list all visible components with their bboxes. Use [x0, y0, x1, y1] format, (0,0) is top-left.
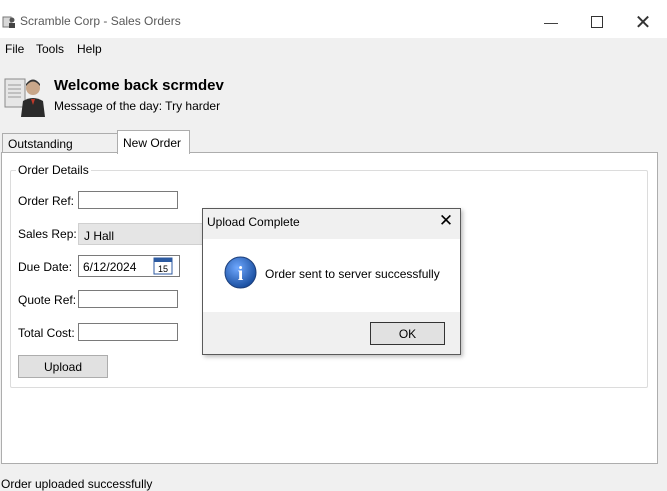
menu-help[interactable]: Help	[77, 42, 102, 56]
menu-tools[interactable]: Tools	[36, 42, 64, 56]
app-icon	[2, 15, 16, 29]
tab-new-order[interactable]: New Order	[117, 130, 190, 154]
upload-button[interactable]: Upload	[18, 355, 108, 378]
status-text: Order uploaded successfully	[1, 477, 153, 491]
ok-button[interactable]: OK	[370, 322, 445, 345]
total-cost-label: Total Cost:	[18, 326, 75, 340]
calendar-icon[interactable]: 15	[153, 257, 173, 275]
order-ref-input[interactable]	[78, 191, 178, 209]
tab-outstanding-orders[interactable]: Outstanding Orders	[2, 133, 118, 165]
quote-ref-label: Quote Ref:	[18, 293, 77, 307]
sales-rep-select[interactable]: J Hall	[78, 223, 206, 245]
info-icon: i	[224, 256, 257, 289]
minimize-button[interactable]: —	[528, 8, 574, 36]
dialog-title: Upload Complete	[207, 215, 300, 229]
maximize-icon	[591, 16, 603, 28]
calendar-day: 15	[158, 264, 168, 274]
dialog-close-button[interactable]: ✕	[436, 211, 456, 231]
window-title: Scramble Corp - Sales Orders	[20, 14, 181, 28]
sales-rep-label: Sales Rep:	[18, 227, 77, 241]
welcome-heading: Welcome back scrmdev	[54, 77, 224, 94]
due-date-label: Due Date:	[18, 260, 73, 274]
maximize-button[interactable]	[574, 8, 620, 36]
order-details-legend: Order Details	[16, 163, 91, 177]
info-glyph: i	[238, 263, 244, 285]
dialog-message: Order sent to server successfully	[265, 267, 440, 281]
message-of-the-day: Message of the day: Try harder	[54, 99, 221, 113]
menu-file[interactable]: File	[5, 42, 24, 56]
order-ref-label: Order Ref:	[18, 194, 75, 208]
quote-ref-input[interactable]	[78, 290, 178, 308]
upload-complete-dialog: Upload Complete ✕ i Order sent to server…	[202, 208, 461, 355]
close-button[interactable]: ✕	[620, 8, 666, 36]
user-avatar-icon	[3, 73, 47, 117]
total-cost-input[interactable]	[78, 323, 178, 341]
